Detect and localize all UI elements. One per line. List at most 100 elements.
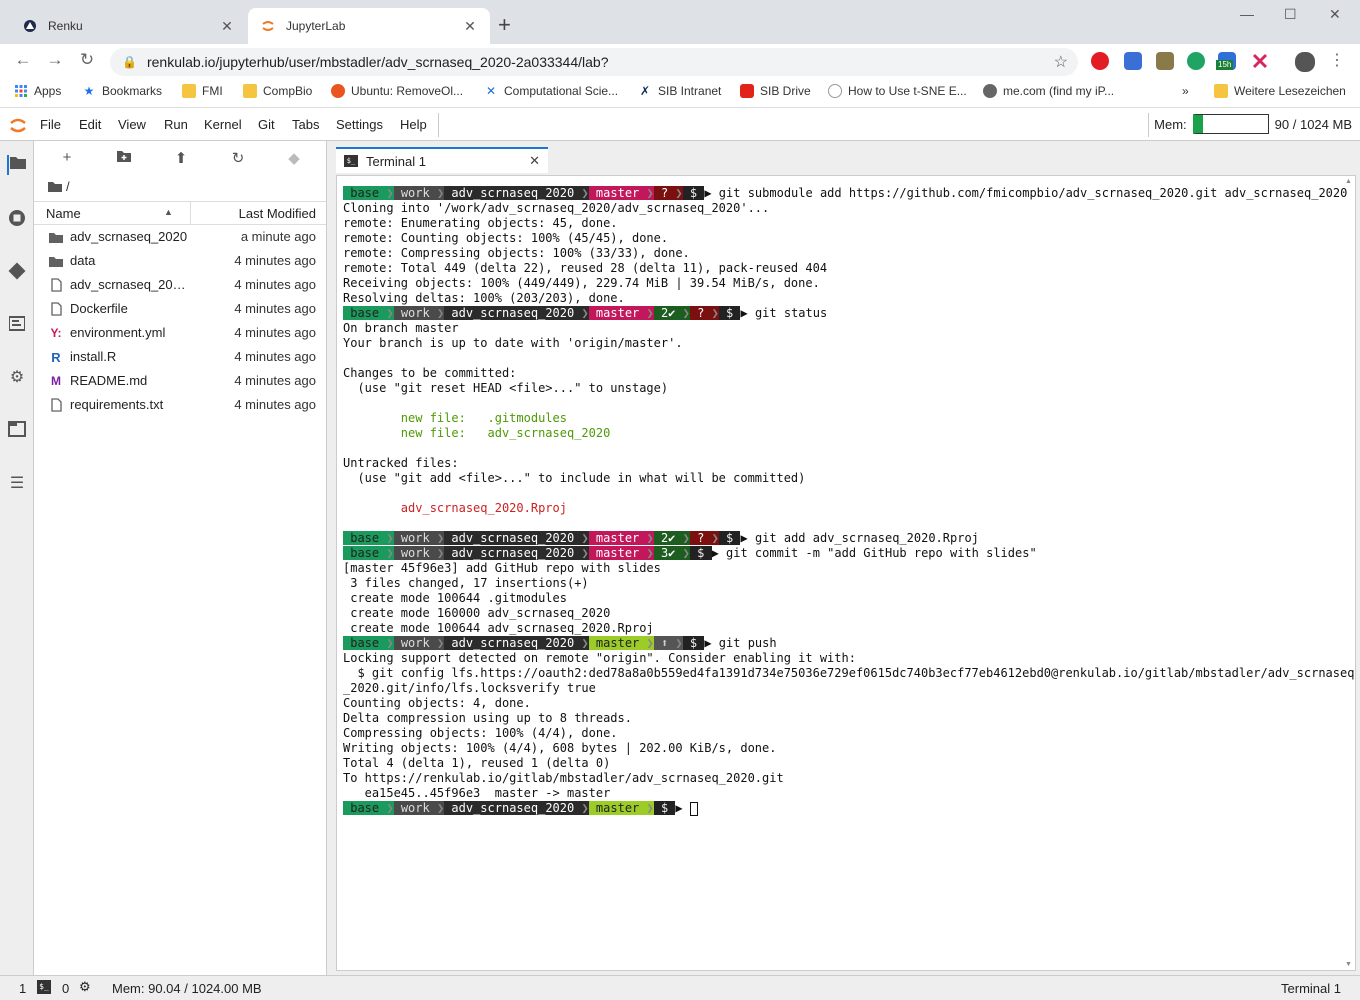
memory-indicator: Mem: 90 / 1024 MB bbox=[1154, 114, 1352, 134]
bookmark-computational-science[interactable]: ✕ Computational Scie... bbox=[484, 84, 618, 98]
file-row[interactable]: adv_scrnaseq_2020.Rproj 4 minutes ago bbox=[34, 273, 326, 297]
terminal-text: To https://renkulab.io/gitlab/mbstadler/… bbox=[343, 771, 784, 785]
file-row[interactable]: adv_scrnaseq_2020 a minute ago bbox=[34, 225, 326, 249]
bookmark-compbio[interactable]: CompBio bbox=[243, 84, 312, 98]
close-tab-icon[interactable]: ✕ bbox=[462, 18, 478, 35]
back-button[interactable]: ← bbox=[12, 50, 34, 70]
tabs-icon[interactable] bbox=[7, 421, 27, 441]
close-tab-icon[interactable]: ✕ bbox=[219, 18, 235, 35]
menu-git[interactable]: Git bbox=[258, 117, 275, 132]
folder-icon[interactable] bbox=[7, 155, 27, 175]
file-row[interactable]: Y: environment.yml 4 minutes ago bbox=[34, 321, 326, 345]
bookmark-me-com[interactable]: me.com (find my iP... bbox=[983, 84, 1114, 98]
breadcrumb-root[interactable]: / bbox=[66, 179, 70, 194]
bookmark-ubuntu[interactable]: Ubuntu: RemoveOl... bbox=[331, 84, 463, 98]
bookmark-tsne[interactable]: How to Use t-SNE E... bbox=[828, 84, 967, 98]
git-clone-button[interactable]: ◆ bbox=[283, 149, 305, 167]
bookmark-other[interactable]: Weitere Lesezeichen bbox=[1214, 84, 1346, 98]
terminal-scrollbar[interactable]: ▲ ▼ bbox=[1343, 178, 1353, 968]
bookmark-apps[interactable]: Apps bbox=[14, 84, 61, 98]
column-name[interactable]: Name bbox=[46, 206, 81, 221]
menu-settings[interactable]: Settings bbox=[336, 117, 383, 132]
git-icon[interactable] bbox=[7, 262, 27, 282]
upload-button[interactable]: ⬆ bbox=[170, 149, 192, 167]
close-window-button[interactable]: ✕ bbox=[1329, 6, 1341, 23]
file-row[interactable]: Rinstall.R 4 minutes ago bbox=[34, 345, 326, 369]
menu-kernel[interactable]: Kernel bbox=[204, 117, 242, 132]
tab-label: Terminal 1 bbox=[366, 153, 426, 169]
markdown-icon: M bbox=[51, 374, 61, 388]
file-row[interactable]: data 4 minutes ago bbox=[34, 249, 326, 273]
prompt-segment-work: work bbox=[393, 531, 437, 545]
file-name: data bbox=[70, 253, 96, 268]
prompt-segment-branch: master bbox=[588, 546, 647, 560]
prompt-segment-work: work bbox=[393, 546, 437, 560]
bookmark-star-icon[interactable]: ☆ bbox=[1054, 52, 1068, 72]
new-launcher-button[interactable]: + bbox=[56, 149, 78, 166]
file-row[interactable]: M README.md 4 minutes ago bbox=[34, 369, 326, 393]
new-tab-button[interactable]: + bbox=[498, 13, 511, 37]
extension-icon[interactable] bbox=[1124, 52, 1142, 70]
table-of-contents-icon[interactable]: ☰ bbox=[7, 474, 27, 494]
more-bookmarks-button[interactable]: » bbox=[1182, 84, 1189, 98]
file-row[interactable]: Dockerfile 4 minutes ago bbox=[34, 297, 326, 321]
column-last-modified[interactable]: Last Modified bbox=[239, 206, 316, 221]
close-tab-icon[interactable]: ✕ bbox=[529, 153, 540, 169]
commands-icon[interactable] bbox=[7, 315, 27, 335]
bookmark-fmi[interactable]: FMI bbox=[182, 84, 223, 98]
prompt-segment-dir: adv_scrnaseq_2020 bbox=[444, 636, 582, 650]
extension-icon[interactable] bbox=[1187, 52, 1205, 70]
chrome-menu-icon[interactable]: ⋮ bbox=[1326, 50, 1348, 70]
new-folder-button[interactable] bbox=[113, 149, 135, 166]
menu-help[interactable]: Help bbox=[400, 117, 427, 132]
bookmark-label: Bookmarks bbox=[102, 84, 163, 98]
prompt-segment-q: ? bbox=[689, 306, 712, 320]
file-modified: 4 minutes ago bbox=[234, 301, 316, 316]
refresh-button[interactable]: ↻ bbox=[227, 149, 249, 167]
bookmark-sib-drive[interactable]: SIB Drive bbox=[740, 84, 811, 98]
status-one[interactable]: 1 bbox=[19, 981, 26, 996]
url-text[interactable]: renkulab.io/jupyterhub/user/mbstadler/ad… bbox=[147, 54, 609, 70]
prompt-separator: ❯ bbox=[682, 546, 690, 560]
opera-extension-icon[interactable] bbox=[1091, 52, 1109, 70]
prompt-segment-base: base bbox=[343, 636, 387, 650]
forward-button[interactable]: → bbox=[44, 50, 66, 70]
breadcrumb[interactable]: / bbox=[48, 179, 70, 194]
bookmark-bookmarks[interactable]: ★ Bookmarks bbox=[82, 84, 162, 98]
file-name: Dockerfile bbox=[70, 301, 128, 316]
avatar[interactable] bbox=[1295, 52, 1315, 72]
terminal[interactable]: base ❯ work ❯ adv_scrnaseq_2020 ❯ master… bbox=[336, 175, 1356, 971]
bookmarks-bar: Apps ★ Bookmarks FMI CompBio Ubuntu: Remo… bbox=[0, 78, 1360, 108]
bookmark-sib-intranet[interactable]: ✗ SIB Intranet bbox=[638, 84, 721, 98]
menu-tabs[interactable]: Tabs bbox=[292, 117, 319, 132]
prompt-segment-base: base bbox=[343, 546, 387, 560]
prompt-segment-dir: adv_scrnaseq_2020 bbox=[444, 186, 582, 200]
terminal-output[interactable]: base ❯ work ❯ adv_scrnaseq_2020 ❯ master… bbox=[343, 186, 1354, 816]
terminal-text: remote: Counting objects: 100% (45/45), … bbox=[343, 231, 669, 245]
calendar-extension-icon[interactable]: 15h bbox=[1216, 52, 1236, 70]
terminal-line: Writing objects: 100% (4/4), 608 bytes |… bbox=[343, 741, 1354, 756]
panel-splitter[interactable] bbox=[326, 141, 334, 975]
tab-terminal-1[interactable]: $_ Terminal 1 ✕ bbox=[336, 147, 548, 173]
minimize-button[interactable]: — bbox=[1240, 6, 1254, 22]
reload-button[interactable]: ↻ bbox=[76, 50, 98, 70]
extension-icon[interactable] bbox=[1156, 52, 1174, 70]
menu-edit[interactable]: Edit bbox=[79, 117, 101, 132]
prompt-segment-base: base bbox=[343, 306, 387, 320]
bookmark-label: Weitere Lesezeichen bbox=[1234, 84, 1346, 98]
browser-tab-renku[interactable]: Renku ✕ bbox=[10, 8, 247, 44]
extension-icon[interactable] bbox=[1251, 52, 1269, 70]
menu-file[interactable]: File bbox=[40, 117, 61, 132]
menu-run[interactable]: Run bbox=[164, 117, 188, 132]
address-bar[interactable]: 🔒 renkulab.io/jupyterhub/user/mbstadler/… bbox=[110, 48, 1078, 76]
status-zero[interactable]: 0 bbox=[62, 981, 69, 996]
terminal-cursor[interactable] bbox=[689, 801, 698, 816]
file-row[interactable]: requirements.txt 4 minutes ago bbox=[34, 393, 326, 417]
jupyter-icon bbox=[260, 18, 276, 34]
running-kernels-icon[interactable] bbox=[7, 209, 27, 229]
menu-view[interactable]: View bbox=[118, 117, 146, 132]
maximize-button[interactable]: ☐ bbox=[1284, 6, 1297, 23]
browser-tab-jupyterlab[interactable]: JupyterLab ✕ bbox=[248, 8, 490, 44]
property-inspector-icon[interactable]: ⚙ bbox=[7, 368, 27, 388]
